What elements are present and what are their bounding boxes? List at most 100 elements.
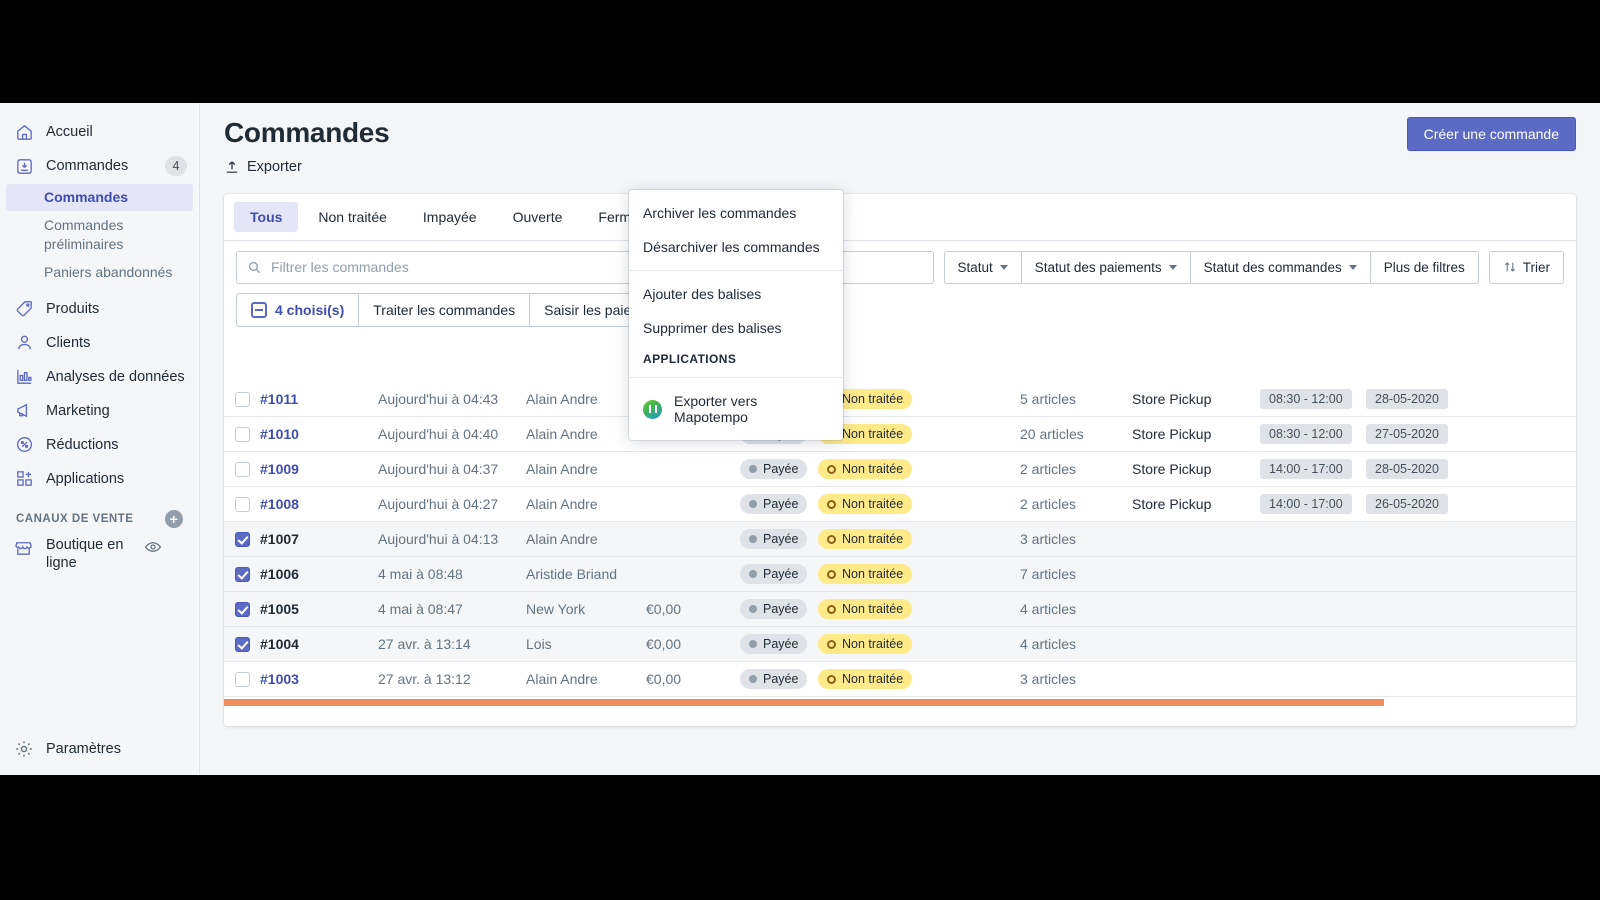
mapotempo-icon [643, 400, 662, 419]
filter-label: Statut des commandes [1204, 260, 1342, 275]
sidebar-item-abandoned-carts[interactable]: Paniers abandonnés [6, 259, 193, 286]
fulfillment-status-label: Non traitée [842, 637, 903, 651]
row-checkbox-cell[interactable] [224, 427, 260, 442]
sidebar-item-label: Accueil [46, 124, 187, 140]
sort-label: Trier [1523, 260, 1550, 275]
export-button[interactable]: Exporter [224, 159, 389, 175]
row-checkbox[interactable] [235, 427, 250, 442]
row-checkbox[interactable] [235, 602, 250, 617]
chevron-down-icon [1169, 265, 1177, 270]
order-customer: Alain Andre [526, 426, 646, 442]
tab-impayee[interactable]: Impayée [407, 202, 493, 232]
sidebar-item-orders-list[interactable]: Commandes [6, 184, 193, 211]
status-dot-icon [749, 570, 757, 578]
tab-non-traitee[interactable]: Non traitée [302, 202, 402, 232]
fulfillment-status-cell: Non traitée [818, 634, 1020, 654]
filter-plus-de-filtres[interactable]: Plus de filtres [1371, 251, 1479, 284]
delivery-date-tag: 28-05-2020 [1366, 389, 1448, 409]
table-row[interactable]: #1008Aujourd'hui à 04:27Alain AndrePayée… [224, 487, 1576, 522]
shipping-method: Store Pickup [1132, 461, 1260, 477]
main-content: Commandes Exporter Créer une commande To… [200, 103, 1600, 775]
add-channel-icon[interactable]: + [165, 510, 183, 528]
sort-button[interactable]: Trier [1489, 251, 1564, 284]
row-checkbox-cell[interactable] [224, 602, 260, 617]
page-title-block: Commandes Exporter [224, 117, 389, 175]
row-checkbox[interactable] [235, 637, 250, 652]
table-row[interactable]: #1009Aujourd'hui à 04:37Alain AndrePayée… [224, 452, 1576, 487]
scrollbar-thumb[interactable] [224, 699, 1384, 706]
sales-channels-heading: CANAUX DE VENTE + [0, 496, 199, 534]
table-row[interactable]: #1011Aujourd'hui à 04:43Alain AndrePayée… [224, 382, 1576, 417]
table-row[interactable]: #10064 mai à 08:48Aristide BriandPayéeNo… [224, 557, 1576, 592]
sidebar-item-produits[interactable]: Produits [0, 292, 199, 326]
order-customer: Alain Andre [526, 391, 646, 407]
filter-statut-paiements[interactable]: Statut des paiements [1022, 251, 1191, 284]
table-row[interactable]: #1010Aujourd'hui à 04:40Alain AndrePayée… [224, 417, 1576, 452]
row-checkbox[interactable] [235, 672, 250, 687]
sidebar-item-parametres[interactable]: Paramètres [0, 723, 199, 775]
sidebar-item-draft-orders[interactable]: Commandes préliminaires [6, 212, 193, 258]
order-id-link[interactable]: #1010 [260, 426, 378, 442]
menu-item-desarchiver[interactable]: Désarchiver les commandes [629, 230, 843, 264]
row-checkbox-cell[interactable] [224, 392, 260, 407]
order-customer: Lois [526, 636, 646, 652]
tab-tous[interactable]: Tous [234, 202, 298, 232]
sidebar-item-commandes[interactable]: Commandes 4 [0, 149, 199, 183]
horizontal-scrollbar[interactable] [224, 698, 1576, 708]
order-id-link[interactable]: #1006 [260, 566, 378, 582]
filter-statut[interactable]: Statut [944, 251, 1022, 284]
sidebar-item-marketing[interactable]: Marketing [0, 394, 199, 428]
row-checkbox[interactable] [235, 567, 250, 582]
preview-eye-icon[interactable] [144, 538, 162, 556]
row-checkbox[interactable] [235, 462, 250, 477]
row-checkbox-cell[interactable] [224, 462, 260, 477]
process-orders-button[interactable]: Traiter les commandes [359, 293, 530, 327]
create-order-button[interactable]: Créer une commande [1407, 117, 1576, 151]
row-checkbox-cell[interactable] [224, 532, 260, 547]
table-row[interactable]: #100427 avr. à 13:14Lois€0,00PayéeNon tr… [224, 627, 1576, 662]
table-row[interactable]: #100327 avr. à 13:12Alain Andre€0,00Payé… [224, 662, 1576, 697]
order-id-link[interactable]: #1007 [260, 531, 378, 547]
sidebar-item-clients[interactable]: Clients [0, 326, 199, 360]
row-checkbox[interactable] [235, 392, 250, 407]
chevron-down-icon [1000, 265, 1008, 270]
order-date: Aujourd'hui à 04:27 [378, 496, 526, 512]
order-customer: Alain Andre [526, 461, 646, 477]
payment-status-badge: Payée [740, 564, 807, 584]
table-row[interactable]: #1007Aujourd'hui à 04:13Alain AndrePayée… [224, 522, 1576, 557]
row-checkbox-cell[interactable] [224, 567, 260, 582]
order-id-link[interactable]: #1011 [260, 391, 378, 407]
order-id-link[interactable]: #1009 [260, 461, 378, 477]
order-id-link[interactable]: #1003 [260, 671, 378, 687]
row-checkbox[interactable] [235, 497, 250, 512]
fulfillment-status-cell: Non traitée [818, 564, 1020, 584]
menu-item-archiver[interactable]: Archiver les commandes [629, 196, 843, 230]
row-checkbox[interactable] [235, 532, 250, 547]
fulfillment-status-badge: Non traitée [818, 634, 912, 654]
menu-item-supprimer-balises[interactable]: Supprimer des balises [629, 311, 843, 345]
order-id-link[interactable]: #1004 [260, 636, 378, 652]
sidebar-item-boutique-en-ligne[interactable]: Boutique en ligne [0, 534, 199, 574]
order-items-count: 2 articles [1020, 496, 1132, 512]
select-all-toggle[interactable]: 4 choisi(s) [236, 293, 359, 327]
row-checkbox-cell[interactable] [224, 497, 260, 512]
sidebar-item-applications[interactable]: Applications [0, 462, 199, 496]
tab-ouverte[interactable]: Ouverte [497, 202, 579, 232]
sidebar-item-accueil[interactable]: Accueil [0, 115, 199, 149]
row-checkbox-cell[interactable] [224, 637, 260, 652]
menu-item-ajouter-balises[interactable]: Ajouter des balises [629, 277, 843, 311]
menu-section-applications: APPLICATIONS [629, 345, 843, 371]
row-checkbox-cell[interactable] [224, 672, 260, 687]
order-id-link[interactable]: #1008 [260, 496, 378, 512]
menu-item-exporter-mapotempo[interactable]: Exporter vers Mapotempo [629, 384, 843, 434]
menu-item-label: Exporter vers Mapotempo [674, 393, 829, 425]
filter-statut-commandes[interactable]: Statut des commandes [1191, 251, 1371, 284]
table-row[interactable]: #10054 mai à 08:47New York€0,00PayéeNon … [224, 592, 1576, 627]
sidebar-item-reductions[interactable]: Réductions [0, 428, 199, 462]
delivery-slot-cell: 14:00 - 17:00 [1260, 459, 1366, 479]
order-id-link[interactable]: #1005 [260, 601, 378, 617]
sidebar-item-analyses[interactable]: Analyses de données [0, 360, 199, 394]
status-ring-icon [827, 465, 836, 474]
payment-status-badge: Payée [740, 459, 807, 479]
filter-label: Plus de filtres [1384, 260, 1465, 275]
